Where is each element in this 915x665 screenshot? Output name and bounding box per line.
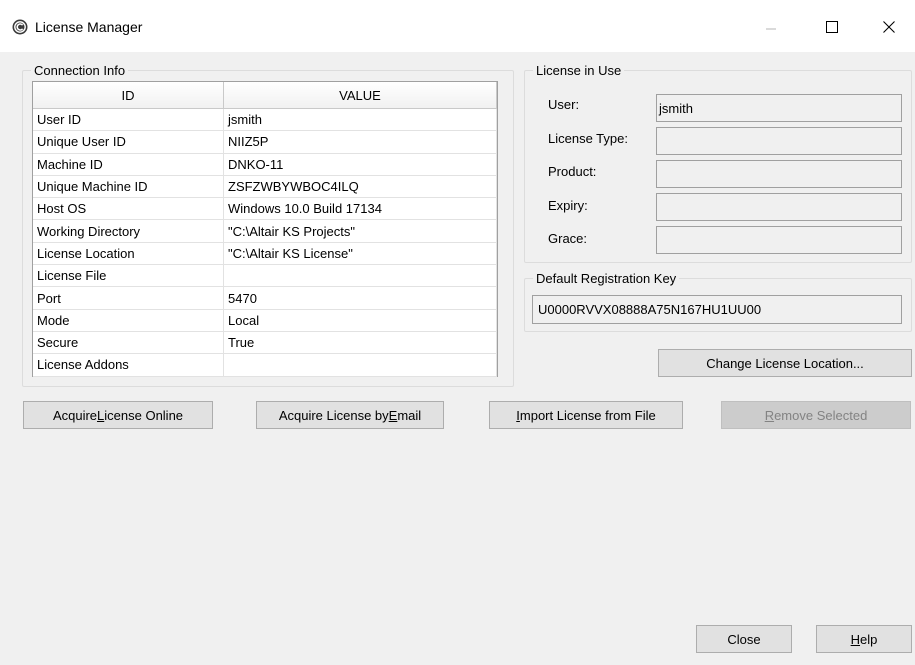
help-mnemonic: H xyxy=(850,631,861,647)
table-row[interactable]: Machine ID DNKO-11 xyxy=(33,153,497,176)
license-type-field xyxy=(656,127,902,155)
help-button[interactable]: Help xyxy=(816,625,912,653)
close-icon xyxy=(883,21,895,33)
table-row[interactable]: Host OS Windows 10.0 Build 17134 xyxy=(33,198,497,221)
cell-value: True xyxy=(224,331,497,354)
cell-value: 5470 xyxy=(224,287,497,309)
grace-field xyxy=(656,226,902,254)
license-in-use-legend: License in Use xyxy=(536,63,622,78)
remove-selected-label-rest: emove Selected xyxy=(774,407,868,423)
acquire-online-label: Acquire xyxy=(52,407,98,423)
cell-value: "C:\Altair KS Projects" xyxy=(224,220,497,242)
title-bar: License Manager xyxy=(0,0,915,52)
minimize-button[interactable] xyxy=(751,12,791,42)
acquire-license-online-button[interactable]: Acquire License Online xyxy=(23,401,213,429)
cell-value: jsmith xyxy=(224,109,497,131)
cell-value: NIIZ5P xyxy=(224,131,497,153)
column-header-value[interactable]: VALUE xyxy=(224,82,497,109)
registration-key-legend: Default Registration Key xyxy=(536,271,677,286)
table-row[interactable]: Working Directory "C:\Altair KS Projects" xyxy=(33,220,497,243)
cell-id: License Addons xyxy=(33,354,224,376)
close-label: Close xyxy=(727,631,761,647)
cell-value: ZSFZWBYWBOC4ILQ xyxy=(224,175,497,198)
acquire-online-mnemonic: L xyxy=(97,407,105,423)
cell-id: Working Directory xyxy=(33,220,224,242)
table-row[interactable]: License Location "C:\Altair KS License" xyxy=(33,242,497,266)
remove-selected-button[interactable]: Remove Selected xyxy=(721,401,911,429)
column-header-id[interactable]: ID xyxy=(33,82,224,109)
change-license-location-label: Change License Location... xyxy=(706,355,864,371)
license-type-label: License Type: xyxy=(548,131,628,146)
registration-key-field[interactable]: U0000RVVX08888A75N167HU1UU00 xyxy=(532,295,902,324)
cell-id: Unique User ID xyxy=(33,131,224,153)
change-license-location-button[interactable]: Change License Location... xyxy=(658,349,912,377)
expiry-field xyxy=(656,193,902,221)
user-label: User: xyxy=(548,97,580,112)
table-row[interactable]: Secure True xyxy=(33,331,497,355)
grid-header: ID VALUE xyxy=(33,82,497,109)
cell-value: Windows 10.0 Build 17134 xyxy=(224,198,497,220)
maximize-button[interactable] xyxy=(812,12,852,42)
window-title: License Manager xyxy=(35,19,143,35)
table-row[interactable]: License Addons xyxy=(33,354,497,377)
cell-value: "C:\Altair KS License" xyxy=(224,242,497,265)
product-field xyxy=(656,160,902,188)
connection-info-legend: Connection Info xyxy=(34,63,126,78)
cell-id: Machine ID xyxy=(33,153,224,175)
cell-id: License File xyxy=(33,265,224,287)
user-field: jsmith xyxy=(656,94,902,122)
expiry-label: Expiry: xyxy=(548,198,588,213)
cell-id: License Location xyxy=(33,242,224,265)
table-row[interactable]: Port 5470 xyxy=(33,287,497,310)
table-row[interactable]: Mode Local xyxy=(33,309,497,332)
acquire-email-label-rest: mail xyxy=(397,407,422,423)
cell-value: Local xyxy=(224,309,497,331)
acquire-license-by-email-button[interactable]: Acquire License by Email xyxy=(256,401,444,429)
minimize-icon xyxy=(766,28,776,30)
grace-label: Grace: xyxy=(548,231,588,246)
cell-id: Port xyxy=(33,287,224,309)
product-label: Product: xyxy=(548,164,597,179)
app-icon xyxy=(12,19,28,35)
table-row[interactable]: User ID jsmith xyxy=(33,109,497,132)
cell-value xyxy=(224,354,497,376)
cell-id: User ID xyxy=(33,109,224,131)
connection-info-grid[interactable]: ID VALUE User ID jsmith Unique User ID NIIZ… xyxy=(32,81,498,377)
remove-selected-mnemonic: R xyxy=(764,407,775,423)
import-file-label-rest: mport License from File xyxy=(519,407,656,423)
table-row[interactable]: Unique User ID NIIZ5P xyxy=(33,131,497,154)
grid-body: User ID jsmith Unique User ID NIIZ5P Machine… xyxy=(33,109,497,377)
close-window-button[interactable] xyxy=(869,12,909,42)
cell-id: Mode xyxy=(33,309,224,331)
table-row[interactable]: Unique Machine ID ZSFZWBYWBOC4ILQ xyxy=(33,175,497,199)
cell-value xyxy=(224,265,497,287)
acquire-email-mnemonic: E xyxy=(388,407,398,423)
cell-id: Unique Machine ID xyxy=(33,175,224,198)
cell-id: Secure xyxy=(33,331,224,354)
table-row[interactable]: License File xyxy=(33,265,497,288)
maximize-icon xyxy=(826,21,838,33)
cell-value: DNKO-11 xyxy=(224,153,497,175)
acquire-email-label: Acquire License by xyxy=(278,407,389,423)
close-button[interactable]: Close xyxy=(696,625,792,653)
cell-id: Host OS xyxy=(33,198,224,220)
import-license-from-file-button[interactable]: Import License from File xyxy=(489,401,683,429)
help-label-rest: elp xyxy=(860,631,878,647)
acquire-online-label-rest: icense Online xyxy=(104,407,184,423)
